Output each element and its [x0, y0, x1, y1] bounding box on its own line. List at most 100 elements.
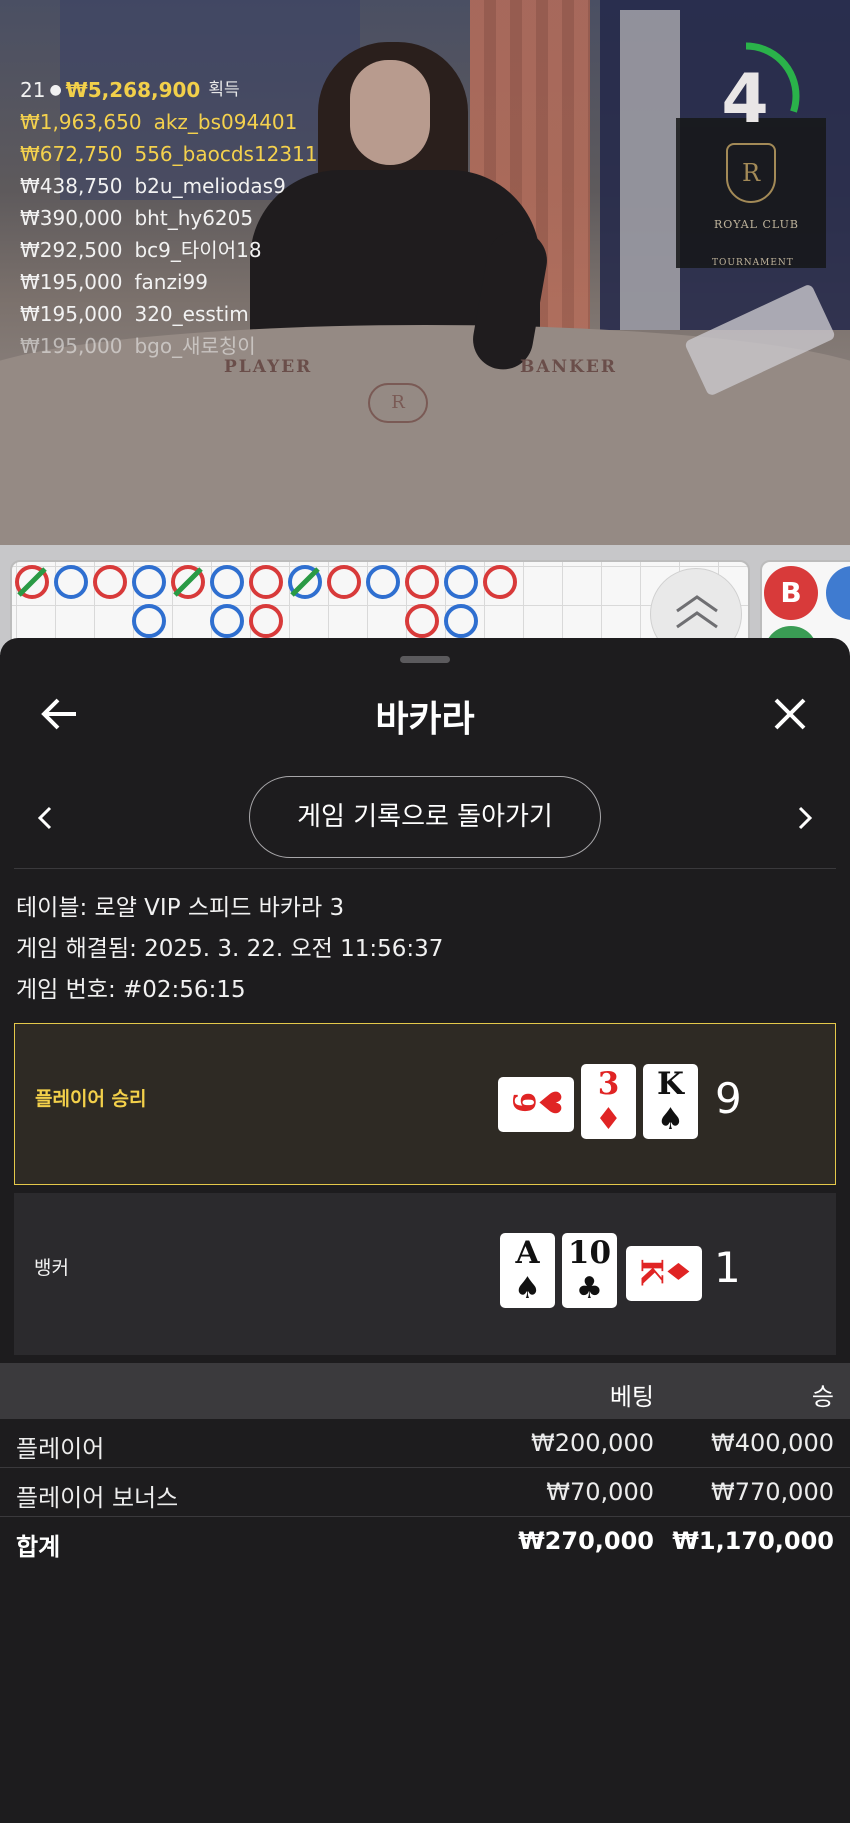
banker-result-mark [249, 565, 283, 599]
winner-row: ₩195,000 320_esstim [20, 298, 318, 330]
win-amount: ₩770,000 [711, 1478, 834, 1506]
winner-amount: ₩195,000 [20, 302, 123, 326]
round-number: 게임 번호: #02:56:15 [16, 977, 246, 1003]
bet-amount: ₩200,000 [531, 1429, 654, 1457]
previous-round-button[interactable] [30, 798, 60, 838]
bets-table-header: 베팅 승 [0, 1363, 850, 1419]
banker-result-mark [249, 604, 283, 638]
dealer-face [350, 60, 430, 165]
winner-name: 556_baocds12311 [134, 142, 318, 166]
card-rank: 3 [597, 1066, 620, 1102]
countdown-timer: 4 [690, 40, 820, 170]
winner-amount: ₩438,750 [20, 174, 123, 198]
chevron-right-icon [798, 806, 813, 830]
winner-name: bc9_타이어18 [134, 238, 262, 262]
player-result: 플레이어 승리 9 ♥ 3 ♦ K ♠ 9 [14, 1023, 836, 1185]
chevron-left-icon [37, 806, 52, 830]
royal-club-text: ROYAL CLUB [714, 218, 799, 231]
table-name: 테이블: 로얄 VIP 스피드 바카라 3 [16, 895, 345, 921]
card-rank: K [657, 1066, 684, 1102]
tie-slash-mark [173, 567, 203, 597]
card-suit-icon: ♠ [514, 1271, 541, 1306]
winners-header: 21 ● ₩5,268,900 획득 [20, 74, 318, 106]
winners-count: 21 [20, 78, 46, 102]
banker-result: 뱅커 A ♠ 10 ♣ K ♦ 1 [14, 1193, 836, 1355]
bets-table: 베팅 승 플레이어 ₩200,000 ₩400,000 플레이어 보너스 ₩70… [0, 1363, 850, 1566]
sheet-grabber[interactable] [400, 656, 450, 663]
card-suit-icon: ♦ [659, 1258, 695, 1285]
winner-amount: ₩195,000 [20, 334, 123, 358]
winner-row: ₩1,963,650 akz_bs094401 [20, 106, 318, 138]
total-win: ₩1,170,000 [672, 1527, 834, 1555]
sheet-title: 바카라 [375, 699, 475, 740]
header-win: 승 [811, 1383, 834, 1411]
banker-result-mark [405, 565, 439, 599]
table-row: 플레이어 보너스 ₩70,000 ₩770,000 [0, 1468, 850, 1517]
card-rank: A [515, 1235, 540, 1271]
banker-score: 1 [714, 1243, 741, 1292]
bet-type: 플레이어 보너스 [16, 1484, 179, 1512]
next-round-button[interactable] [790, 798, 820, 838]
winner-row: ₩195,000 bgo_새로칭이 [20, 330, 318, 362]
player-result-mark [444, 604, 478, 638]
sheet-header: 바카라 [0, 678, 850, 748]
round-nav: 게임 기록으로 돌아가기 [0, 776, 850, 860]
winners-list: 21 ● ₩5,268,900 획득 ₩1,963,650 akz_bs09440… [20, 74, 318, 362]
playing-card: K ♦ [626, 1246, 702, 1301]
player-result-mark [132, 604, 166, 638]
winner-amount: ₩292,500 [20, 238, 123, 262]
table-logo: R [368, 383, 428, 423]
card-suit-icon: ♥ [531, 1089, 567, 1116]
playing-card: K ♠ [643, 1064, 698, 1139]
pillar [620, 10, 680, 330]
total-row: 합계 ₩270,000 ₩1,170,000 [0, 1517, 850, 1566]
player-score: 9 [715, 1074, 742, 1123]
card-suit-icon: ♦ [595, 1102, 622, 1137]
winner-name: bgo_새로칭이 [134, 334, 256, 358]
playing-card: 10 ♣ [562, 1233, 617, 1308]
player-result-mark [132, 565, 166, 599]
player-result-mark [210, 565, 244, 599]
divider [14, 868, 836, 869]
tournament-text: TOURNAMENT [712, 258, 794, 268]
close-button[interactable] [768, 692, 812, 736]
winners-total: ₩5,268,900 [65, 78, 201, 102]
player-result-mark [366, 565, 400, 599]
playing-card: 3 ♦ [581, 1064, 636, 1139]
winner-name: fanzi99 [134, 270, 208, 294]
winner-name: akz_bs094401 [153, 110, 298, 134]
player-result-label: 플레이어 승리 [35, 1088, 147, 1110]
banker-badge: B [764, 566, 818, 620]
winner-row: ₩672,750 556_baocds12311 [20, 138, 318, 170]
chevrons-up-icon [676, 595, 718, 629]
countdown-number: 4 [721, 60, 769, 139]
player-result-mark [444, 565, 478, 599]
card-suit-icon: ♠ [657, 1102, 684, 1137]
player-result-mark [54, 565, 88, 599]
winner-name: 320_esstim [134, 302, 249, 326]
winner-amount: ₩672,750 [20, 142, 123, 166]
back-to-history-button[interactable]: 게임 기록으로 돌아가기 [249, 776, 601, 858]
header-bet: 베팅 [609, 1383, 654, 1411]
banker-result-label: 뱅커 [34, 1257, 69, 1279]
banker-result-mark [483, 565, 517, 599]
winner-amount: ₩390,000 [20, 206, 123, 230]
winner-amount: ₩195,000 [20, 270, 123, 294]
person-icon: ● [49, 82, 62, 98]
total-label: 합계 [16, 1533, 61, 1561]
live-video-stream[interactable]: PLAYER BANKER R R ROYAL CLUB TOURNAMENT … [0, 0, 850, 545]
banker-result-mark [327, 565, 361, 599]
bet-amount: ₩70,000 [546, 1478, 654, 1506]
bet-type: 플레이어 [16, 1435, 105, 1463]
winner-row: ₩390,000 bht_hy6205 [20, 202, 318, 234]
winner-name: b2u_meliodas9 [134, 174, 286, 198]
total-bet: ₩270,000 [518, 1527, 654, 1555]
winner-name: bht_hy6205 [134, 206, 254, 230]
winner-row: ₩438,750 b2u_meliodas9 [20, 170, 318, 202]
winner-row: ₩292,500 bc9_타이어18 [20, 234, 318, 266]
round-info: 테이블: 로얄 VIP 스피드 바카라 3 게임 해결됨: 2025. 3. 2… [16, 888, 443, 1011]
player-result-mark [210, 604, 244, 638]
card-rank: 10 [567, 1235, 612, 1271]
winners-label: 획득 [208, 80, 240, 100]
close-icon [774, 698, 806, 730]
